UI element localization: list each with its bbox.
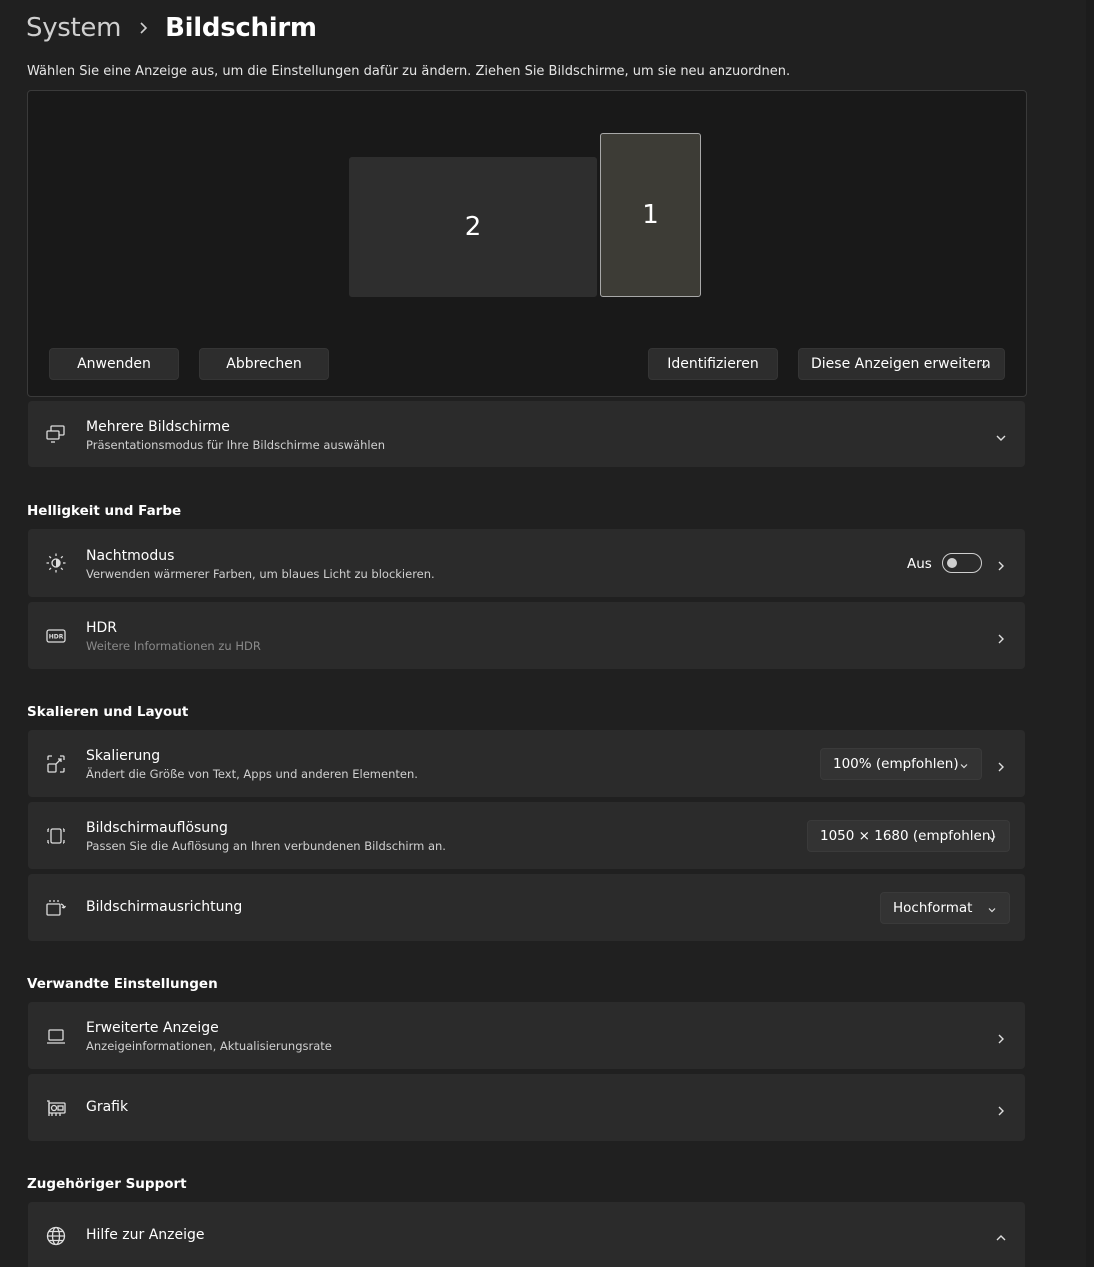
chevron-up-icon <box>995 1229 1007 1241</box>
page-title: Bildschirm <box>165 13 317 43</box>
scale-icon <box>45 753 67 775</box>
chevron-down-icon <box>995 429 1007 441</box>
globe-icon <box>45 1225 67 1247</box>
chevron-down-icon <box>959 759 969 775</box>
hdr-card[interactable]: HDR HDR Weitere Informationen zu HDR <box>28 602 1025 669</box>
section-heading-support: Zugehöriger Support <box>27 1176 187 1192</box>
card-subtitle: Anzeigeinformationen, Aktualisierungsrat… <box>86 1039 332 1053</box>
card-title: Bildschirmausrichtung <box>86 899 243 915</box>
chevron-right-icon <box>995 630 1007 644</box>
scale-dropdown[interactable]: 100% (empfohlen) <box>820 748 982 780</box>
card-title: Skalierung <box>86 748 161 764</box>
chevron-down-icon <box>987 831 997 847</box>
hdr-icon-text: HDR <box>49 634 64 641</box>
hdr-icon: HDR <box>45 625 67 647</box>
card-subtitle: Ändert die Größe von Text, Apps und ande… <box>86 767 418 781</box>
multiple-displays-card[interactable]: Mehrere Bildschirme Präsentationsmodus f… <box>28 401 1025 467</box>
resolution-dropdown[interactable]: 1050 × 1680 (empfohlen) <box>807 820 1010 852</box>
cancel-button[interactable]: Abbrechen <box>199 348 329 380</box>
laptop-icon <box>45 1025 67 1047</box>
breadcrumb-chevron-icon <box>139 21 149 35</box>
card-title: HDR <box>86 620 118 636</box>
card-subtitle: Passen Sie die Auflösung an Ihren verbun… <box>86 839 446 853</box>
card-subtitle: Verwenden wärmerer Farben, um blaues Lic… <box>86 567 435 581</box>
orientation-card[interactable]: Bildschirmausrichtung Hochformat <box>28 874 1025 941</box>
chevron-right-icon <box>995 1030 1007 1044</box>
night-mode-toggle[interactable] <box>942 553 982 573</box>
monitor-2-tile[interactable]: 2 <box>349 157 597 297</box>
monitor-number: 1 <box>642 200 659 230</box>
orientation-value: Hochformat <box>893 900 973 916</box>
card-title: Hilfe zur Anzeige <box>86 1227 205 1243</box>
display-mode-dropdown[interactable]: Diese Anzeigen erweitern <box>798 348 1005 380</box>
scale-card[interactable]: Skalierung Ändert die Größe von Text, Ap… <box>28 730 1025 797</box>
resolution-value: 1050 × 1680 (empfohlen) <box>820 828 996 844</box>
scale-value: 100% (empfohlen) <box>833 756 959 772</box>
graphics-card-icon <box>45 1097 67 1119</box>
card-title: Grafik <box>86 1099 129 1115</box>
breadcrumb: System Bildschirm <box>26 8 317 48</box>
brightness-icon <box>45 552 67 574</box>
identify-button[interactable]: Identifizieren <box>648 348 778 380</box>
resolution-card[interactable]: Bildschirmauflösung Passen Sie die Auflö… <box>28 802 1025 869</box>
apply-button[interactable]: Anwenden <box>49 348 179 380</box>
orientation-dropdown[interactable]: Hochformat <box>880 892 1010 924</box>
arrange-instructions: Wählen Sie eine Anzeige aus, um die Eins… <box>27 64 791 79</box>
card-title: Bildschirmauflösung <box>86 820 228 836</box>
chevron-down-icon <box>980 359 990 375</box>
hdr-info-link[interactable]: Weitere Informationen zu HDR <box>86 639 261 653</box>
night-mode-state-label: Aus <box>907 556 932 572</box>
chevron-down-icon <box>987 903 997 919</box>
card-subtitle: Präsentationsmodus für Ihre Bildschirme … <box>86 438 385 452</box>
chevron-right-icon <box>995 557 1007 571</box>
orientation-icon <box>45 897 67 919</box>
night-mode-card[interactable]: Nachtmodus Verwenden wärmerer Farben, um… <box>28 529 1025 597</box>
section-heading-brightness: Helligkeit und Farbe <box>27 503 182 519</box>
multiple-displays-icon <box>45 423 67 445</box>
graphics-card[interactable]: Grafik <box>28 1074 1025 1141</box>
card-title: Mehrere Bildschirme <box>86 419 230 435</box>
toggle-knob <box>947 558 957 568</box>
display-arrangement-panel: 2 1 Anwenden Abbrechen Identifizieren Di… <box>27 90 1027 397</box>
resolution-icon <box>45 825 67 847</box>
monitor-1-tile[interactable]: 1 <box>600 133 701 297</box>
display-mode-value: Diese Anzeigen erweitern <box>811 356 991 372</box>
breadcrumb-system-link[interactable]: System <box>26 13 121 43</box>
section-heading-scale-layout: Skalieren und Layout <box>27 704 189 720</box>
advanced-display-card[interactable]: Erweiterte Anzeige Anzeigeinformationen,… <box>28 1002 1025 1069</box>
card-title: Erweiterte Anzeige <box>86 1020 219 1036</box>
monitor-number: 2 <box>464 212 482 242</box>
help-display-card[interactable]: Hilfe zur Anzeige <box>28 1202 1025 1267</box>
card-title: Nachtmodus <box>86 548 175 564</box>
scrollbar-track[interactable] <box>1086 0 1094 1267</box>
chevron-right-icon <box>995 1102 1007 1116</box>
section-heading-related: Verwandte Einstellungen <box>27 976 218 992</box>
chevron-right-icon <box>995 758 1007 772</box>
